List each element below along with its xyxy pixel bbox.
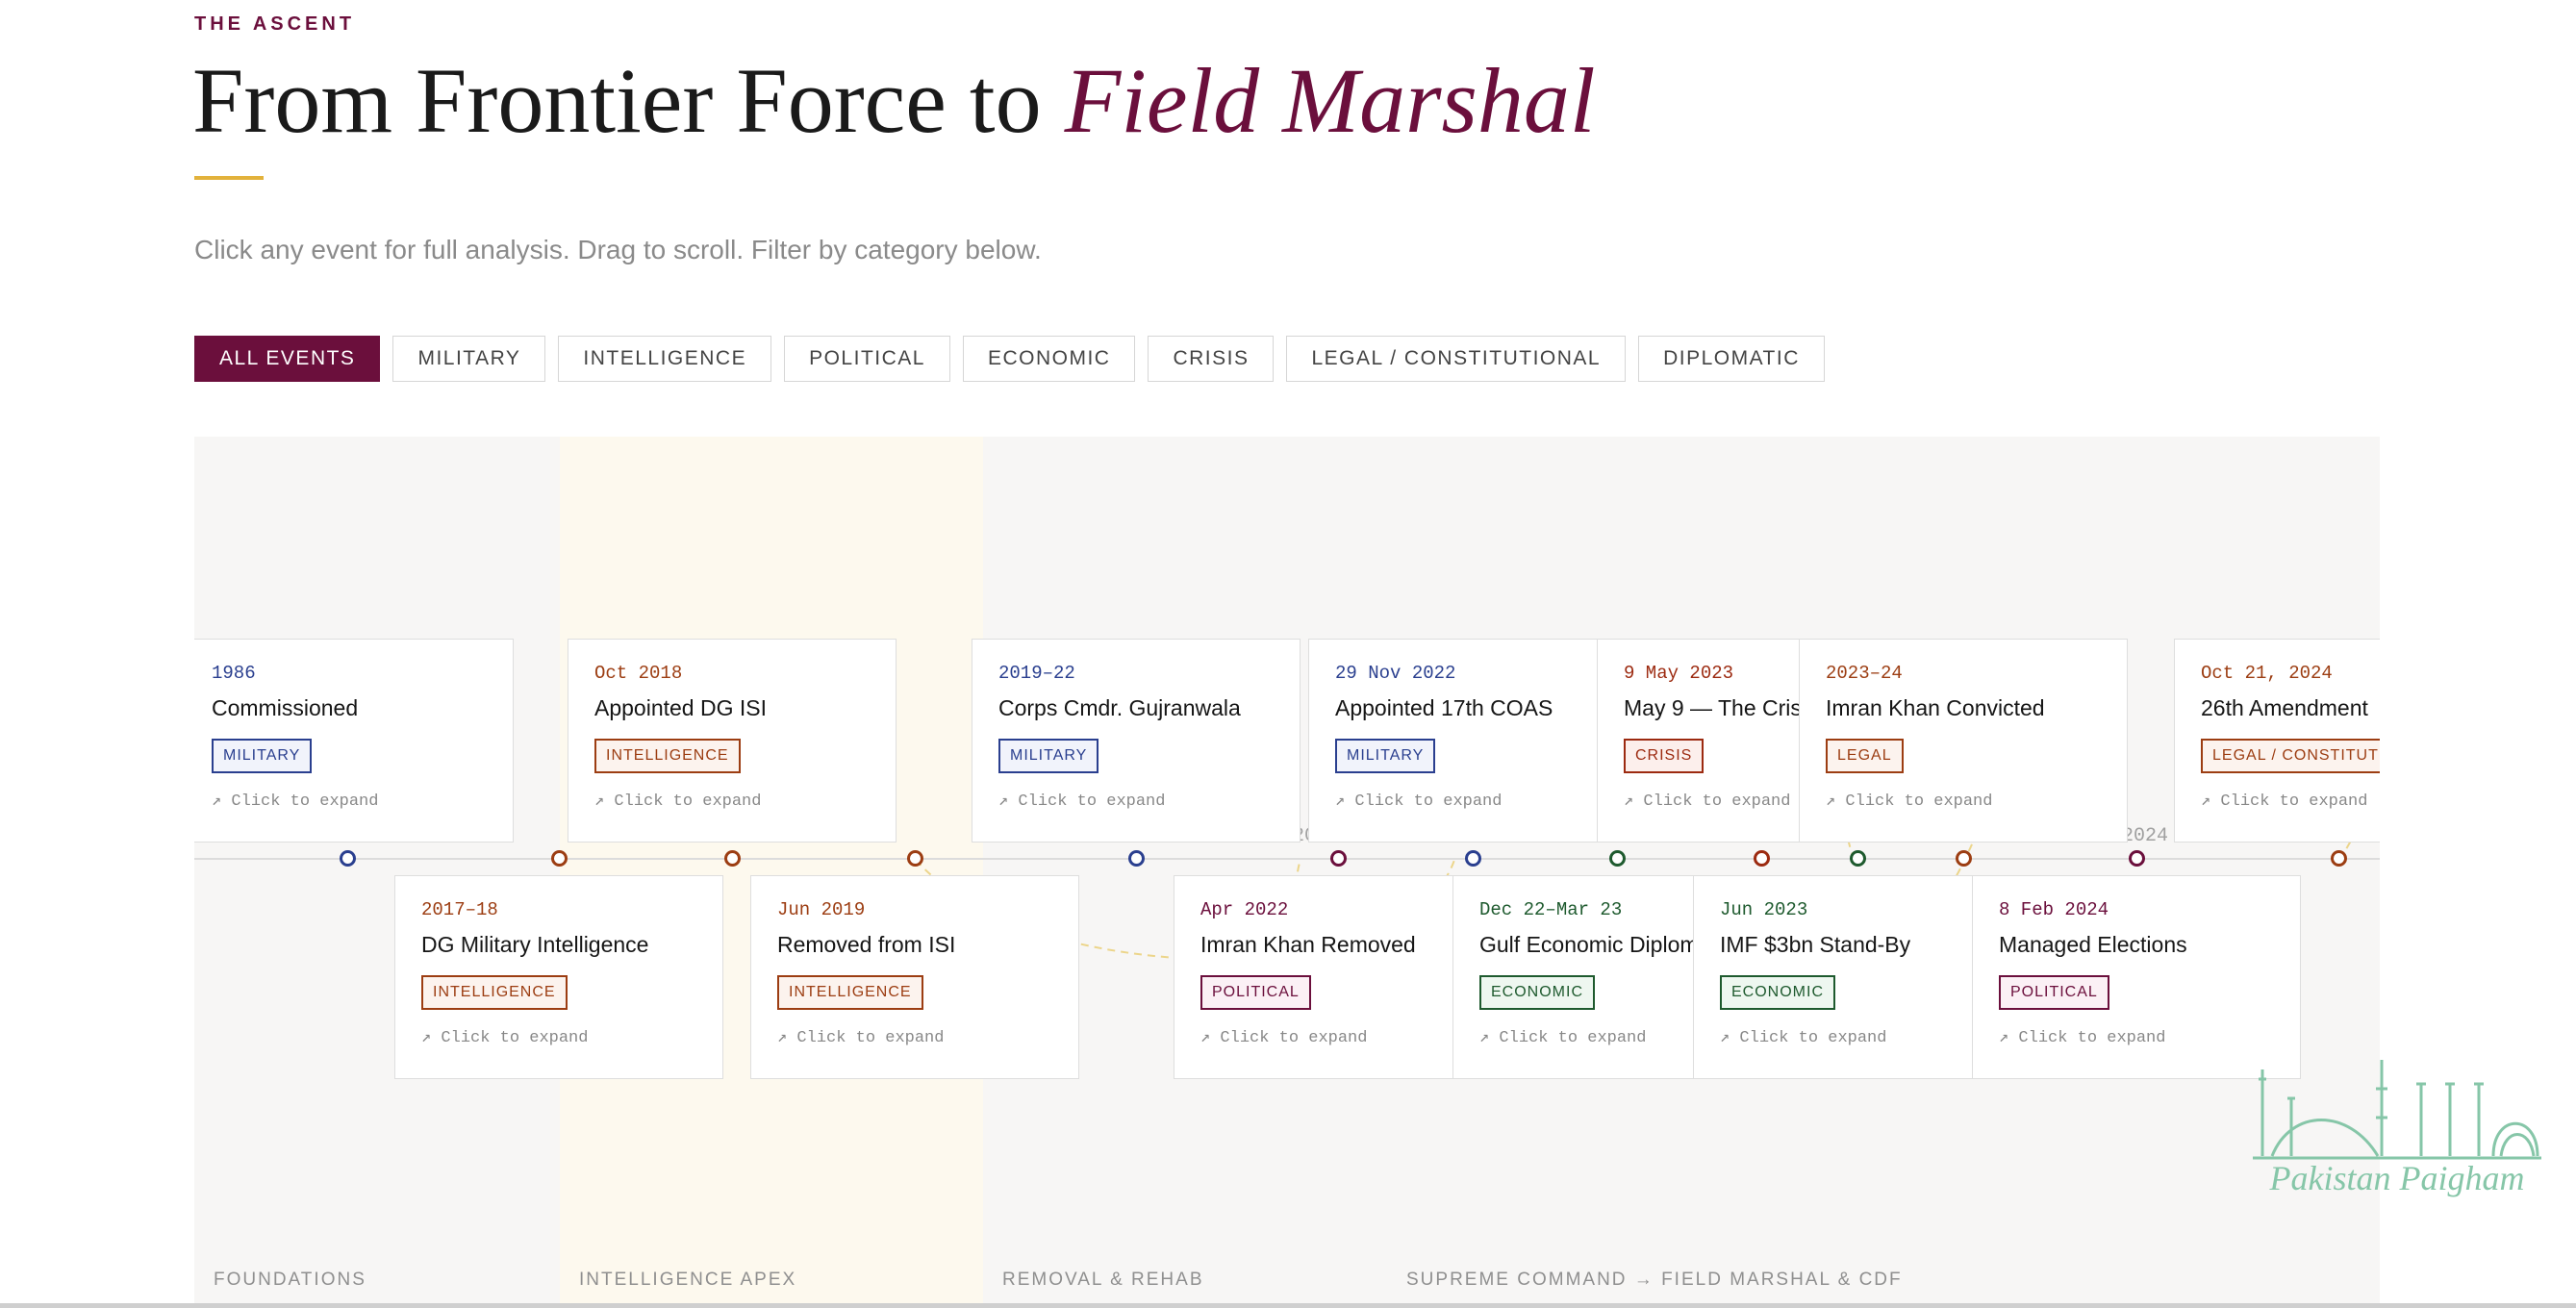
event-title: Removed from ISI [777,932,956,957]
expand-hint: ↗ Click to expand [1200,1029,1368,1047]
expand-hint: ↗ Click to expand [212,792,379,811]
title-underline [194,176,264,180]
timeline-marker[interactable] [1754,850,1770,867]
timeline-marker[interactable] [551,850,568,867]
event-date: 2023–24 [1826,663,1903,684]
connection-curves [915,748,2380,961]
category-tag: MILITARY [998,739,1099,773]
timeline-marker[interactable] [1128,850,1145,867]
event-date: Apr 2022 [1200,899,1289,920]
filter-all-events-button[interactable]: ALL EVENTS [194,336,381,382]
category-tag: POLITICAL [1999,975,2109,1010]
page-title: From Frontier Force to Field Marshal [192,50,1596,152]
category-tag: MILITARY [1335,739,1436,773]
timeline-marker[interactable] [1850,850,1866,867]
era-band-intelligence-apex [560,437,983,1308]
event-card-appointed-coas[interactable]: 29 Nov 2022 Appointed 17th COAS MILITARY… [1308,639,1637,843]
era-label-removal-rehab: REMOVAL & REHAB [1002,1270,1204,1290]
filter-intelligence-button[interactable]: INTELLIGENCE [558,336,772,382]
mosque-skyline-icon [2253,1060,2541,1160]
event-title: Managed Elections [1999,932,2187,957]
event-card-26th-amendment[interactable]: Oct 21, 2024 26th Amendment LEGAL / CONS… [2174,639,2380,843]
filter-legal-constitutional-button[interactable]: LEGAL / CONSTITUTIONAL [1286,336,1627,382]
event-card-appointed-dg-isi[interactable]: Oct 2018 Appointed DG ISI INTELLIGENCE ↗… [568,639,897,843]
category-tag: INTELLIGENCE [594,739,741,773]
event-card-imran-khan-convicted[interactable]: 2023–24 Imran Khan Convicted LEGAL ↗ Cli… [1799,639,2128,843]
era-label-foundations: FOUNDATIONS [214,1270,366,1290]
event-title: IMF $3bn Stand-By [1720,932,1911,957]
category-tag: LEGAL / CONSTITUTIONAL [2201,739,2380,773]
timeline-marker[interactable] [1609,850,1626,867]
timeline-marker[interactable] [907,850,923,867]
event-title: Imran Khan Removed [1200,932,1416,957]
watermark-text: Pakistan Paigham [2269,1159,2525,1197]
timeline-marker[interactable] [1465,850,1481,867]
instructions-text: Click any event for full analysis. Drag … [194,235,1042,264]
event-date: Jun 2023 [1720,899,1808,920]
expand-hint: ↗ Click to expand [777,1029,945,1047]
expand-hint: ↗ Click to expand [2201,792,2368,811]
category-tag: LEGAL [1826,739,1904,773]
category-filter-bar: ALL EVENTS MILITARY INTELLIGENCE POLITIC… [194,336,1825,382]
timeline-marker[interactable] [340,850,356,867]
category-tag: MILITARY [212,739,313,773]
timeline-marker[interactable] [1956,850,1972,867]
page-title-accent: Field Marshal [1064,49,1596,152]
event-date: 2019–22 [998,663,1075,684]
event-card-commissioned[interactable]: 1986 Commissioned MILITARY ↗ Click to ex… [194,639,514,843]
expand-hint: ↗ Click to expand [1999,1029,2166,1047]
timeline-marker[interactable] [2331,850,2347,867]
event-date: Oct 2018 [594,663,683,684]
timeline-marker[interactable] [724,850,741,867]
event-title: 26th Amendment [2201,695,2368,720]
filter-economic-button[interactable]: ECONOMIC [962,336,1136,382]
category-tag: ECONOMIC [1720,975,1835,1010]
filter-military-button[interactable]: MILITARY [392,336,546,382]
category-tag: INTELLIGENCE [777,975,923,1010]
event-card-managed-elections[interactable]: 8 Feb 2024 Managed Elections POLITICAL ↗… [1972,875,2301,1079]
timeline-axis [194,858,2380,860]
event-date: Jun 2019 [777,899,866,920]
window-bottom-edge [0,1303,2576,1308]
section-eyebrow: THE ASCENT [194,13,356,35]
expand-hint: ↗ Click to expand [1826,792,1993,811]
event-date: 2017–18 [421,899,498,920]
timeline-track[interactable]: 1986 2018 2019 2022 2024 1986 Commission… [194,437,2380,1308]
event-title: Appointed 17th COAS [1335,695,1553,720]
expand-hint: ↗ Click to expand [594,792,762,811]
event-date: 1986 [212,663,256,684]
category-tag: CRISIS [1624,739,1705,773]
filter-crisis-button[interactable]: CRISIS [1148,336,1275,382]
era-label-supreme-command: SUPREME COMMAND → FIELD MARSHAL & CDF [1406,1270,1903,1290]
event-date: 29 Nov 2022 [1335,663,1456,684]
event-title: Commissioned [212,695,359,720]
event-card-removed-from-isi[interactable]: Jun 2019 Removed from ISI INTELLIGENCE ↗… [750,875,1079,1079]
expand-hint: ↗ Click to expand [1720,1029,1887,1047]
watermark-logo: Pakistan Paigham [2253,1050,2541,1223]
expand-hint: ↗ Click to expand [1335,792,1503,811]
event-date: 8 Feb 2024 [1999,899,2109,920]
event-title: DG Military Intelligence [421,932,649,957]
filter-diplomatic-button[interactable]: DIPLOMATIC [1638,336,1825,382]
event-title: Appointed DG ISI [594,695,767,720]
event-card-corps-commander[interactable]: 2019–22 Corps Cmdr. Gujranwala MILITARY … [972,639,1301,843]
event-title: Imran Khan Convicted [1826,695,2045,720]
event-title: Corps Cmdr. Gujranwala [998,695,1241,720]
category-tag: ECONOMIC [1479,975,1595,1010]
event-date: Oct 21, 2024 [2201,663,2333,684]
timeline-marker[interactable] [1330,850,1347,867]
era-label-intelligence-apex: INTELLIGENCE APEX [579,1270,797,1290]
category-tag: INTELLIGENCE [421,975,568,1010]
expand-hint: ↗ Click to expand [421,1029,589,1047]
page-title-main: From Frontier Force to [192,49,1065,152]
timeline-marker[interactable] [2129,850,2145,867]
event-card-dg-military-intelligence[interactable]: 2017–18 DG Military Intelligence INTELLI… [394,875,723,1079]
filter-political-button[interactable]: POLITICAL [784,336,950,382]
category-tag: POLITICAL [1200,975,1311,1010]
year-tick: 2024 [2122,825,2169,847]
expand-hint: ↗ Click to expand [998,792,1166,811]
